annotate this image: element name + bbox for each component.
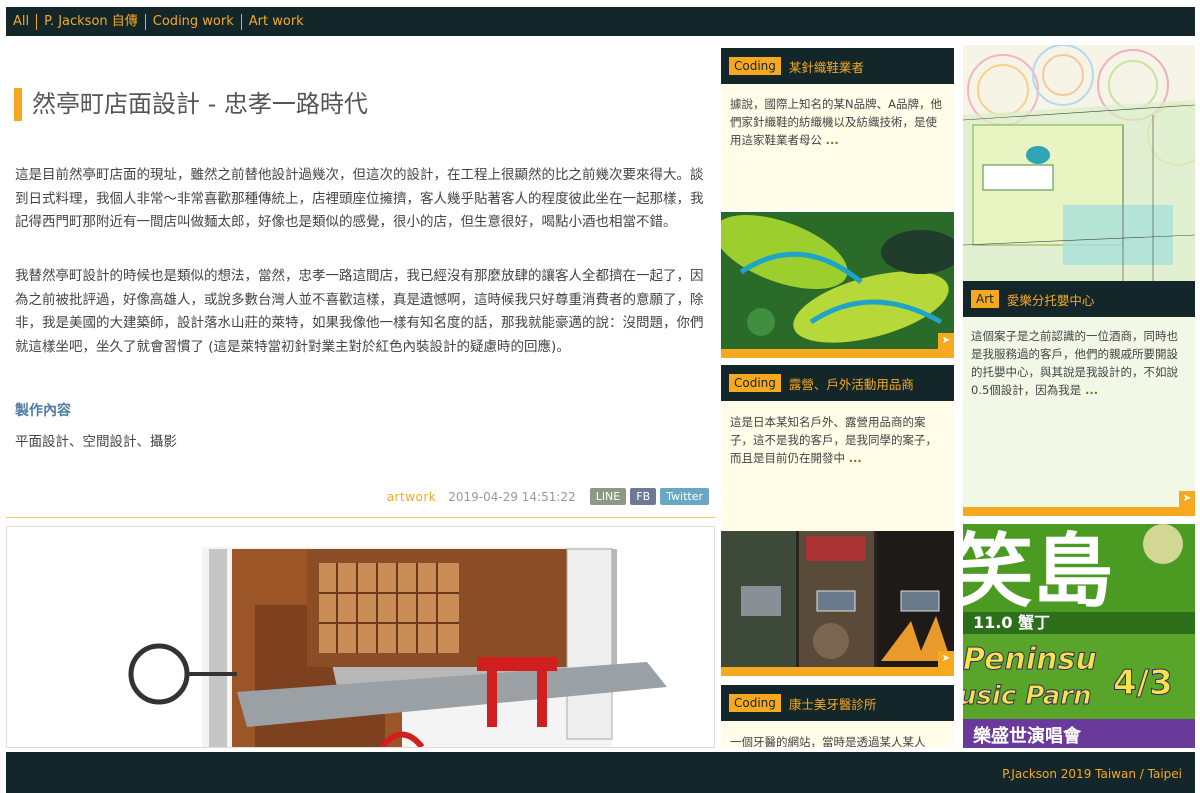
card-tag[interactable]: Coding — [729, 374, 781, 392]
production-heading: 製作內容 — [15, 403, 71, 419]
card-excerpt: 據說，國際上知名的某N品牌、A品牌，他們家針織鞋的紡織機以及紡織技術，是使用這家… — [721, 84, 954, 210]
card-header: Coding 某針織鞋業者 — [721, 48, 954, 84]
article-paragraph-2: 我替然亭町設計的時候也是類似的想法，當然，忠孝一路這間店，我已經沒有那麼放肆的讓… — [15, 268, 704, 355]
card-excerpt: 這是日本某知名戶外、露營用品商的案子，這不是我的客戶，是我同學的案子，而且是目前… — [721, 401, 954, 531]
card-excerpt: 這個案子是之前認識的一位酒商，同時也是我服務過的客戶，他們的親戚所要開設的托嬰中… — [963, 317, 1195, 516]
card-tag[interactable]: Art — [971, 290, 999, 308]
share-fb-button[interactable]: FB — [630, 488, 657, 505]
card-title[interactable]: 某針織鞋業者 — [789, 57, 864, 76]
send-icon[interactable]: ➤ — [1179, 491, 1195, 507]
nursery-image — [963, 45, 1195, 281]
camping-image — [721, 531, 954, 667]
svg-text:4/3: 4/3 — [1113, 663, 1173, 703]
share-twitter-button[interactable]: Twitter — [660, 488, 709, 505]
card-excerpt-text: 這是日本某知名戶外、露營用品商的案子，這不是我的客戶，是我同學的案子，而且是目前… — [730, 415, 937, 465]
footer: P.Jackson 2019 Taiwan / Taipei — [6, 752, 1195, 793]
svg-text:樂盛世演唱會: 樂盛世演唱會 — [973, 725, 1082, 747]
card-camping[interactable]: Coding 露營、戶外活動用品商 這是日本某知名戶外、露營用品商的案子，這不是… — [721, 365, 954, 678]
article-meta: artwork 2019-04-29 14:51:22 LINE FB Twit… — [387, 488, 709, 505]
post-date: 2019-04-29 14:51:22 — [448, 489, 576, 504]
card-title[interactable]: 康士美牙醫診所 — [789, 694, 877, 713]
nav-autobiography[interactable]: P. Jackson 自傳 — [37, 13, 146, 30]
nav-coding-work[interactable]: Coding work — [146, 13, 242, 30]
read-more[interactable]: ... — [849, 451, 862, 465]
send-icon[interactable]: ➤ — [938, 651, 954, 667]
card-footer-bar — [963, 507, 1195, 516]
nav-all[interactable]: All — [6, 13, 38, 30]
card-tag[interactable]: Coding — [729, 57, 781, 75]
article-title: 然亭町店面設計 - 忠孝一路時代 — [14, 88, 368, 121]
svg-text:usic Parn: usic Parn — [963, 681, 1092, 711]
card-nursery[interactable]: Art 愛樂分托嬰中心 這個案子是之前認識的一位酒商，同時也是我服務過的客戶，他… — [963, 45, 1195, 516]
divider — [6, 517, 715, 518]
nav-art-work[interactable]: Art work — [242, 14, 311, 30]
share-line-button[interactable]: LINE — [589, 488, 627, 505]
card-knit-shoe[interactable]: Coding 某針織鞋業者 據說，國際上知名的某N品牌、A品牌，他們家針織鞋的紡… — [721, 45, 954, 358]
knit-shoe-image — [721, 212, 954, 349]
card-excerpt-text: 這個案子是之前認識的一位酒商，同時也是我服務過的客戶，他們的親戚所要開設的托嬰中… — [971, 329, 1178, 397]
footer-text: P.Jackson 2019 Taiwan / Taipei — [1002, 767, 1182, 781]
card-tag[interactable]: Coding — [729, 694, 781, 712]
article-paragraph-1: 這是目前然亭町店面的現址，雖然之前替他設計過幾次，但這次的設計，在工程上很顯然的… — [15, 167, 704, 230]
svg-text:Peninsu: Peninsu — [963, 642, 1097, 677]
card-footer-bar — [721, 349, 954, 358]
card-excerpt: 一個牙醫的網站，當時是透過某人某人 — [721, 721, 954, 747]
card-dental[interactable]: Coding 康士美牙醫診所 一個牙醫的網站，當時是透過某人某人 — [721, 685, 954, 747]
category-link[interactable]: artwork — [387, 490, 437, 504]
card-header: Art 愛樂分托嬰中心 — [963, 281, 1195, 317]
card-footer-bar — [721, 667, 954, 676]
svg-text:笑島: 笑島 — [963, 525, 1113, 618]
card-music-poster[interactable]: 笑島 11.0 蟹丁 Peninsu usic Parn 4/3 樂盛世演唱會 — [963, 524, 1195, 748]
article: 然亭町店面設計 - 忠孝一路時代 這是目前然亭町店面的現址，雖然之前替他設計過幾… — [6, 36, 715, 518]
send-icon[interactable]: ➤ — [938, 333, 954, 349]
production-content: 平面設計、空間設計、攝影 — [15, 434, 177, 450]
music-poster-image: 笑島 11.0 蟹丁 Peninsu usic Parn 4/3 樂盛世演唱會 — [963, 524, 1195, 748]
card-title[interactable]: 愛樂分托嬰中心 — [1007, 290, 1095, 309]
card-title[interactable]: 露營、戶外活動用品商 — [789, 374, 914, 393]
card-excerpt-text: 一個牙醫的網站，當時是透過某人某人 — [730, 735, 926, 747]
top-nav: All P. Jackson 自傳 Coding work Art work — [6, 7, 1195, 36]
read-more[interactable]: ... — [826, 133, 839, 147]
storefront-image — [6, 526, 715, 748]
card-header: Coding 康士美牙醫診所 — [721, 685, 954, 721]
card-header: Coding 露營、戶外活動用品商 — [721, 365, 954, 401]
read-more[interactable]: ... — [1085, 383, 1098, 397]
svg-text:11.0 蟹丁: 11.0 蟹丁 — [973, 613, 1050, 632]
